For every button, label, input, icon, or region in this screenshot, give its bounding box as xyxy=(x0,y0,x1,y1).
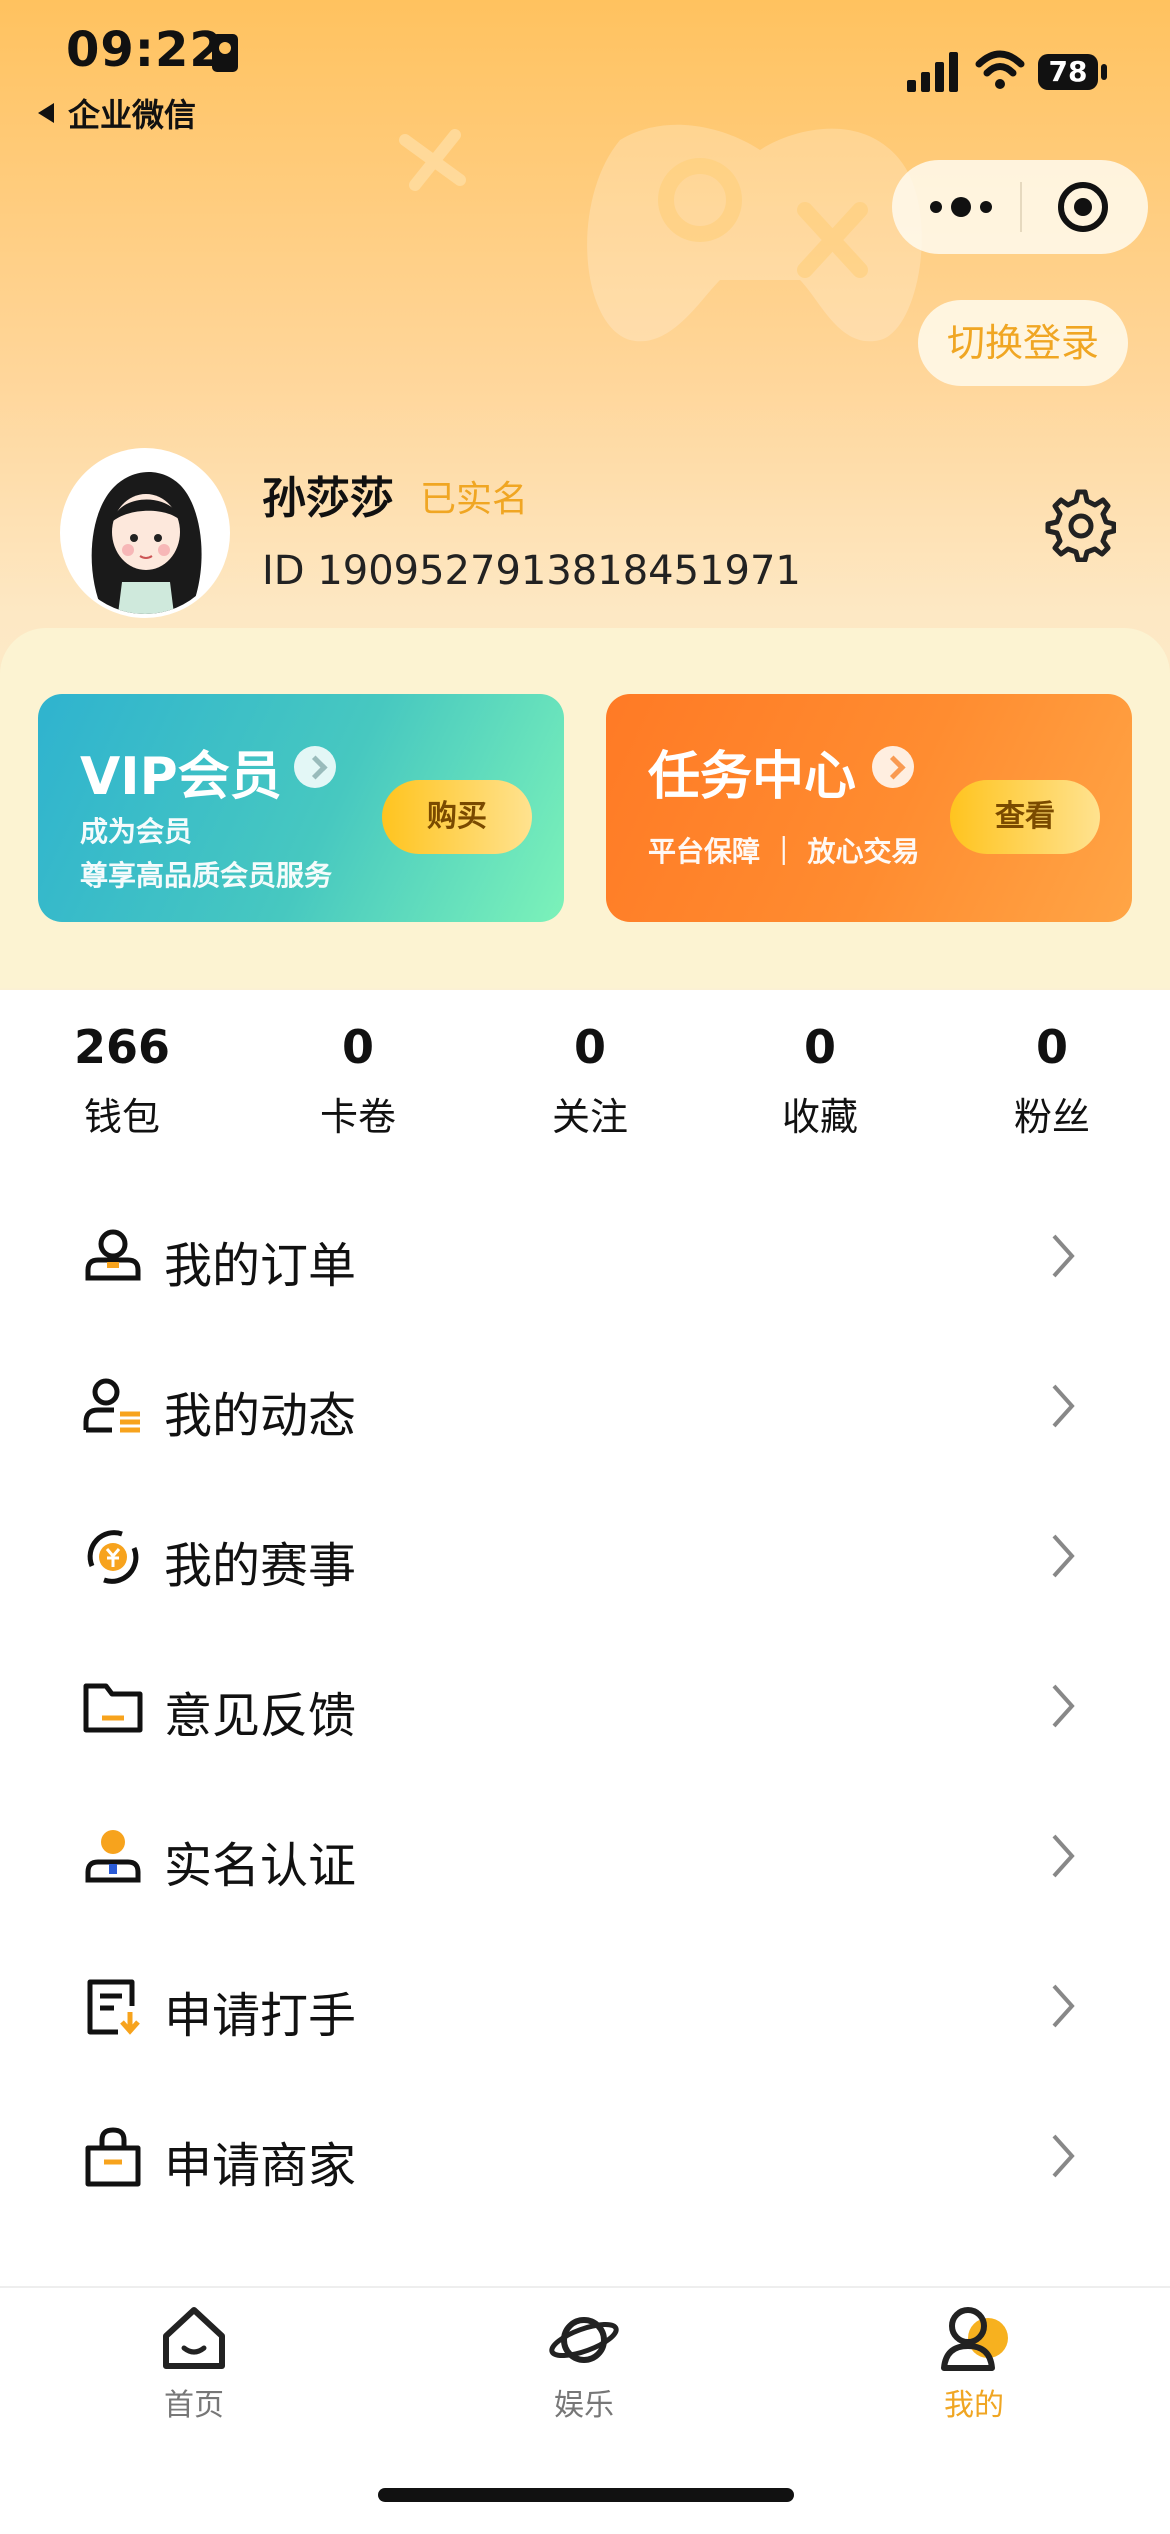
menu-item-apply-merchant[interactable]: 申请商家 xyxy=(0,2080,1170,2230)
menu-item-events[interactable]: 我的赛事 xyxy=(0,1480,1170,1630)
planet-icon xyxy=(549,2317,619,2363)
menu-label: 意见反馈 xyxy=(164,1688,357,1744)
vip-card-line2: 尊享高品质会员服务 xyxy=(80,859,333,892)
menu-item-verification[interactable]: 实名认证 xyxy=(0,1780,1170,1930)
order-icon xyxy=(85,1229,141,1281)
back-to-app-link[interactable]: 企业微信 xyxy=(38,90,196,136)
menu-label: 我的赛事 xyxy=(164,1538,357,1594)
menu-item-activity[interactable]: 我的动态 xyxy=(0,1330,1170,1480)
status-time: 09:22 xyxy=(66,22,224,78)
battery-level: 78 xyxy=(1038,54,1098,90)
menu-item-orders[interactable]: 我的订单 xyxy=(0,1180,1170,1330)
tab-entertainment[interactable]: 娱乐 xyxy=(494,2302,674,2424)
id-person-icon xyxy=(85,1830,141,1883)
wifi-icon xyxy=(975,50,1025,89)
document-download-icon xyxy=(87,1979,140,2035)
sim-card-icon xyxy=(212,34,238,72)
tab-label: 我的 xyxy=(944,2388,1004,2423)
task-center-card[interactable]: 任务中心 平台保障 ｜ 放心交易 查看 xyxy=(606,694,1132,922)
chevron-right-icon xyxy=(1052,2134,1075,2178)
profile-icon xyxy=(941,2307,1008,2371)
back-arrow-icon xyxy=(38,103,54,123)
cross-decoration-icon xyxy=(399,129,466,191)
chevron-right-icon xyxy=(1052,1234,1075,1278)
stat-value: 0 xyxy=(1035,1020,1068,1074)
menu-item-apply-player[interactable]: 申请打手 xyxy=(0,1930,1170,2080)
stat-label: 钱包 xyxy=(83,1095,160,1139)
stat-coupons[interactable]: 0 卡卷 xyxy=(268,1020,448,1141)
home-indicator xyxy=(378,2488,794,2502)
stats-row: 266 钱包 0 卡卷 0 关注 0 收藏 0 粉丝 xyxy=(0,990,1170,1170)
yuan-refresh-icon xyxy=(87,1530,139,1584)
vip-card[interactable]: VIP会员 成为会员 尊享高品质会员服务 购买 xyxy=(38,694,564,922)
gamepad-decoration-icon xyxy=(587,124,922,342)
back-app-label: 企业微信 xyxy=(68,96,197,134)
stat-value: 0 xyxy=(573,1020,606,1074)
stat-favorites[interactable]: 0 收藏 xyxy=(730,1020,910,1141)
avatar[interactable] xyxy=(60,448,230,618)
task-view-button[interactable]: 查看 xyxy=(950,780,1100,854)
stat-wallet[interactable]: 266 钱包 xyxy=(32,1020,212,1141)
task-card-line1: 平台保障 ｜ 放心交易 xyxy=(648,835,920,868)
stat-label: 关注 xyxy=(551,1095,628,1139)
chevron-right-icon xyxy=(1052,1684,1075,1728)
stat-label: 卡卷 xyxy=(319,1095,396,1139)
battery-cap xyxy=(1101,64,1107,80)
vip-arrow-icon xyxy=(294,746,336,788)
verified-badge: 已实名 xyxy=(420,479,529,520)
task-card-title: 任务中心 xyxy=(648,747,857,807)
chevron-right-icon xyxy=(1052,1834,1075,1878)
tab-label: 首页 xyxy=(164,2388,224,2423)
user-list-icon xyxy=(83,1378,140,1433)
chevron-right-icon xyxy=(1052,1534,1075,1578)
tab-mine[interactable]: 我的 xyxy=(884,2302,1064,2424)
stat-following[interactable]: 0 关注 xyxy=(500,1020,680,1141)
tab-home[interactable]: 首页 xyxy=(104,2302,284,2424)
stat-label: 粉丝 xyxy=(1013,1095,1090,1139)
menu-label: 我的动态 xyxy=(164,1388,357,1444)
menu-label: 实名认证 xyxy=(164,1838,357,1894)
vip-card-title: VIP会员 xyxy=(80,747,282,807)
stat-fans[interactable]: 0 粉丝 xyxy=(962,1020,1142,1141)
avatar-illustration xyxy=(64,452,226,614)
vip-buy-button[interactable]: 购买 xyxy=(382,780,532,854)
tab-label: 娱乐 xyxy=(554,2388,614,2423)
shopping-bag-icon xyxy=(85,2127,141,2187)
stat-value: 266 xyxy=(73,1020,171,1074)
folder-icon xyxy=(83,1683,143,1733)
home-icon xyxy=(163,2307,225,2369)
task-arrow-icon xyxy=(872,746,914,788)
vip-card-line1: 成为会员 xyxy=(80,815,193,848)
menu-label: 我的订单 xyxy=(164,1238,357,1294)
miniprogram-capsule xyxy=(892,160,1148,254)
more-options-icon[interactable] xyxy=(926,184,996,230)
status-bar: 09:22 企业微信 78 xyxy=(0,0,1170,134)
switch-login-button[interactable]: 切换登录 xyxy=(918,300,1128,386)
stat-label: 收藏 xyxy=(781,1095,858,1139)
chevron-right-icon xyxy=(1052,1984,1075,2028)
settings-gear-icon[interactable] xyxy=(1040,486,1116,562)
menu-item-feedback[interactable]: 意见反馈 xyxy=(0,1630,1170,1780)
stat-value: 0 xyxy=(803,1020,836,1074)
chevron-right-icon xyxy=(1052,1384,1075,1428)
user-id: ID 1909527913818451971 xyxy=(262,548,801,594)
stat-value: 0 xyxy=(341,1020,374,1074)
menu-label: 申请打手 xyxy=(164,1988,357,2044)
menu-label: 申请商家 xyxy=(164,2138,357,2194)
close-miniprogram-icon[interactable] xyxy=(1056,180,1110,234)
cellular-signal-icon xyxy=(907,52,958,92)
capsule-divider xyxy=(1020,182,1022,232)
user-name: 孙莎莎 xyxy=(262,473,394,524)
